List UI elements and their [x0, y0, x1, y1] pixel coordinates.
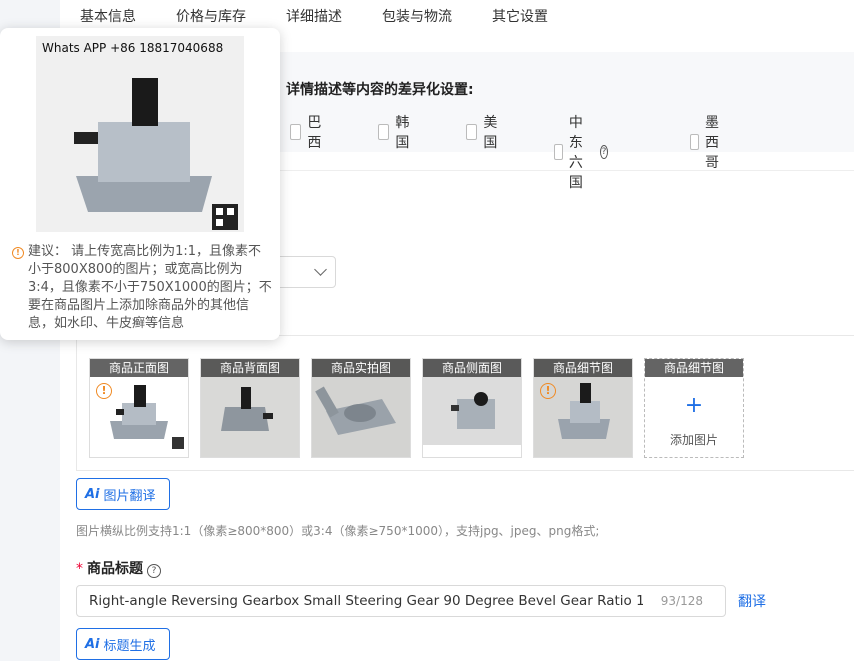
add-image-slot[interactable]: 商品细节图 + 添加图片: [644, 358, 744, 458]
checkbox-label: 韩国: [395, 115, 410, 151]
image-slot-caption: 商品背面图: [201, 359, 299, 377]
image-guideline-tip: 建议： 请上传宽高比例为1:1，且像素不小于800X800的图片；或宽高比例为3…: [28, 244, 272, 331]
ai-icon: Ai: [85, 486, 100, 502]
ai-icon: Ai: [85, 636, 100, 652]
checkbox-label: 巴西: [307, 115, 322, 151]
product-title-input[interactable]: Right-angle Reversing Gearbox Small Stee…: [76, 585, 726, 617]
title-generate-button[interactable]: Ai 标题生成: [76, 628, 170, 660]
product-images-panel: 商品正面图 ! 商品背面图 商品实拍图 商品侧面图 商品细节图 ! 商品细节图 …: [76, 335, 854, 471]
image-preview-popover: Whats APP +86 18817040688 ! 建议： 请上传宽高比例为…: [0, 28, 280, 340]
whatsapp-text: Whats APP +86 18817040688: [42, 41, 224, 55]
image-slot-caption: 商品细节图: [534, 359, 632, 377]
checkbox-box[interactable]: [466, 124, 478, 140]
product-title-label: * 商品标题?: [76, 558, 161, 578]
checkbox-mexico[interactable]: 墨西哥: [690, 112, 726, 172]
checkbox-box[interactable]: [378, 124, 390, 140]
image-translate-label: 图片翻译: [103, 488, 156, 504]
checkbox-brazil[interactable]: 巴西: [290, 112, 326, 152]
chevron-down-icon: [314, 263, 327, 276]
popover-product-image: [36, 36, 244, 232]
tab-packaging[interactable]: 包装与物流: [382, 6, 452, 26]
help-icon[interactable]: ?: [600, 145, 608, 159]
required-mark: *: [76, 561, 83, 577]
plus-icon: +: [684, 393, 704, 418]
image-slot-back[interactable]: 商品背面图: [200, 358, 300, 458]
checkbox-usa[interactable]: 美国: [466, 112, 502, 152]
image-slot-caption: 商品实拍图: [312, 359, 410, 377]
checkbox-label: 中东六国: [568, 115, 583, 191]
title-generate-label: 标题生成: [103, 638, 156, 654]
image-slot-real[interactable]: 商品实拍图: [311, 358, 411, 458]
tab-bar: 基本信息 价格与库存 详细描述 包装与物流 其它设置: [60, 0, 854, 30]
image-slot-caption: 商品细节图: [645, 359, 743, 377]
image-slot-side[interactable]: 商品侧面图: [422, 358, 522, 458]
tab-basic-info[interactable]: 基本信息: [80, 6, 136, 26]
product-title-label-text: 商品标题: [87, 561, 143, 577]
tab-description[interactable]: 详细描述: [286, 6, 342, 26]
char-counter: 93/128: [660, 594, 703, 608]
image-slot-detail[interactable]: 商品细节图 !: [533, 358, 633, 458]
checkbox-korea[interactable]: 韩国: [378, 112, 414, 152]
warning-icon[interactable]: !: [96, 383, 112, 399]
image-slot-front[interactable]: 商品正面图 !: [89, 358, 189, 458]
checkbox-middle-east[interactable]: 中东六国?: [554, 112, 608, 192]
translate-link[interactable]: 翻译: [738, 591, 766, 611]
checkbox-box[interactable]: [690, 134, 699, 150]
tab-price-stock[interactable]: 价格与库存: [176, 6, 246, 26]
info-icon: !: [12, 247, 24, 259]
image-slot-caption: 商品侧面图: [423, 359, 521, 377]
tab-other-settings[interactable]: 其它设置: [492, 6, 548, 26]
checkbox-label: 墨西哥: [705, 115, 719, 171]
image-slot-caption: 商品正面图: [90, 359, 188, 377]
checkbox-label: 美国: [483, 115, 498, 151]
product-photo: [36, 36, 244, 232]
image-format-hint: 图片横纵比例支持1:1（像素≥800*800）或3:4（像素≥750*1000）…: [76, 524, 600, 538]
add-image-label: 添加图片: [669, 433, 718, 447]
help-icon[interactable]: ?: [147, 564, 161, 578]
product-title-value[interactable]: Right-angle Reversing Gearbox Small Stee…: [89, 593, 643, 609]
warning-icon[interactable]: !: [540, 383, 556, 399]
checkbox-box[interactable]: [554, 144, 563, 160]
image-translate-button[interactable]: Ai 图片翻译: [76, 478, 170, 510]
checkbox-box[interactable]: [290, 124, 302, 140]
variant-settings-title: 详情描述等内容的差异化设置:: [286, 82, 474, 98]
